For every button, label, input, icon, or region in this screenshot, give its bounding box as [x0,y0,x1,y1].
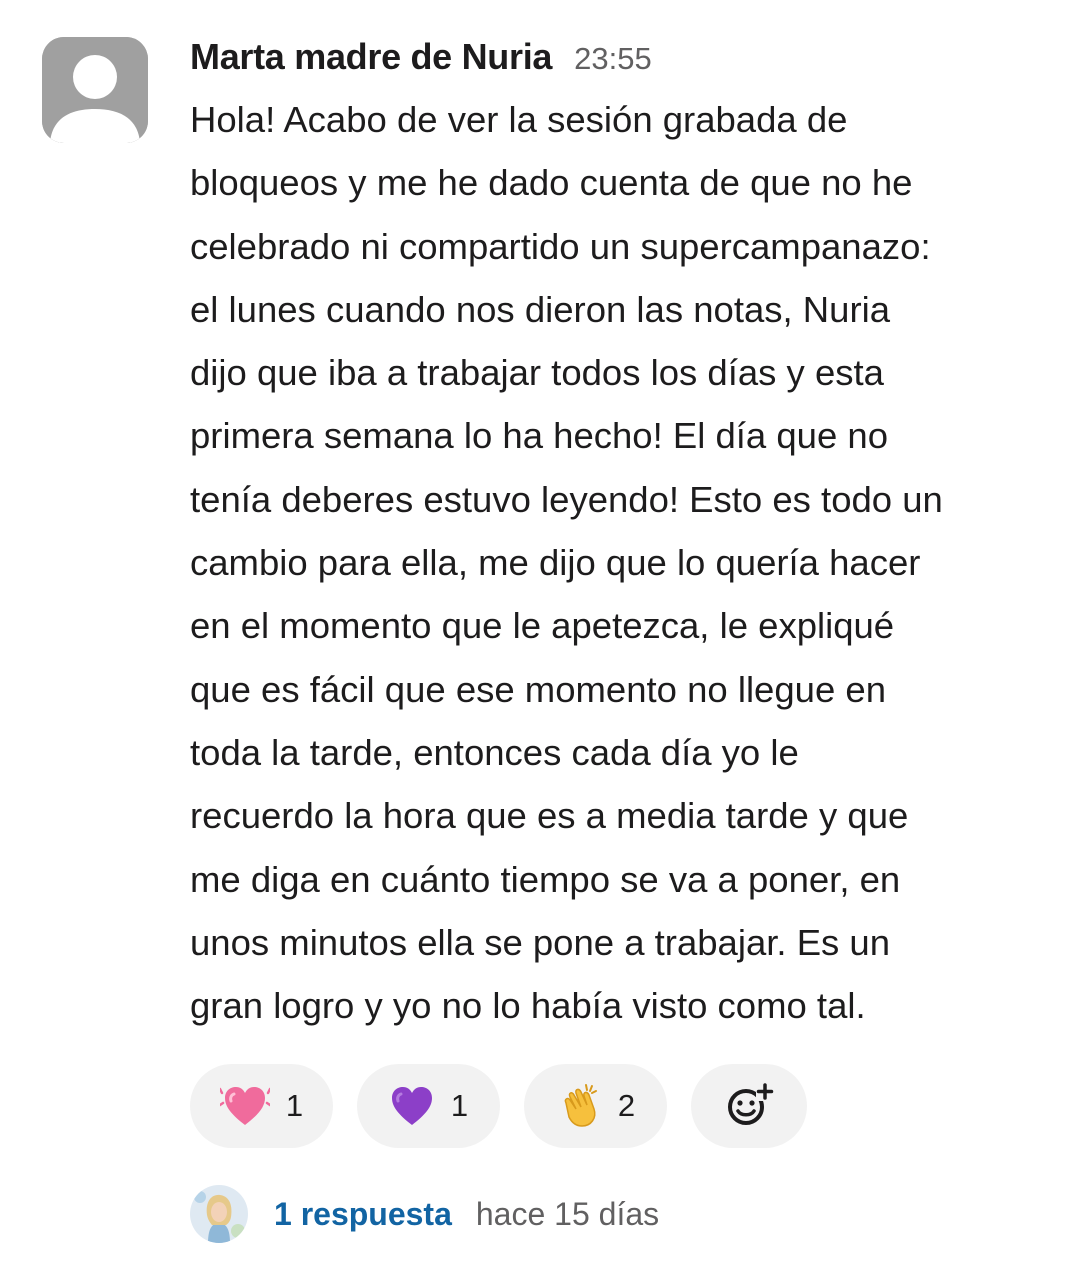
thread-replies-link[interactable]: 1 respuesta [274,1196,452,1233]
replier-avatar [190,1185,248,1243]
add-reaction-button[interactable] [691,1064,807,1148]
reactions-bar: 1 1 2 [190,1064,807,1148]
message-timestamp[interactable]: 23:55 [574,41,652,77]
message-line: dijo que iba a trabajar todos los días y… [190,352,884,394]
thread-summary[interactable]: 1 respuesta hace 15 días [190,1183,659,1245]
message-line: que es fácil que ese momento no llegue e… [190,668,886,710]
message-line: el lunes cuando nos dieron las notas, Nu… [190,288,891,330]
message-header: Marta madre de Nuria 23:55 [190,36,652,84]
default-user-silhouette-icon [42,37,148,143]
message-line: celebrado ni compartido un supercampanaz… [190,225,931,267]
message-line: unos minutos ella se pone a trabajar. Es… [190,921,891,963]
reaction-clapping-hands[interactable]: 2 [524,1064,667,1148]
message-line: bloqueos y me he dado cuenta de que no h… [190,162,913,204]
reaction-count: 1 [285,1088,304,1123]
message-line: Hola! Acabo de ver la sesión grabada de [190,99,848,140]
message-line: me diga en cuánto tiempo se va a poner, … [190,858,901,900]
message-line: cambio para ella, me dijo que lo quería … [190,542,921,584]
message-line: en el momento que le apetezca, le expliq… [190,605,895,647]
clapping-hands-icon [556,1083,602,1129]
reaction-purple-heart[interactable]: 1 [357,1064,500,1148]
thread-last-reply-time: hace 15 días [475,1195,660,1232]
add-reaction-icon [724,1081,774,1132]
purple-heart-icon [389,1085,435,1127]
message-line: recuerdo la hora que es a media tarde y … [190,795,909,837]
reaction-beating-heart[interactable]: 1 [190,1064,333,1148]
message-line: gran logro y yo no lo había visto como t… [190,985,866,1027]
beating-heart-icon [219,1083,270,1129]
message-line: tenía deberes estuvo leyendo! Esto es to… [190,478,943,520]
author-avatar[interactable] [42,37,148,143]
message-body: Hola! Acabo de ver la sesión grabada de … [190,88,1050,1037]
author-name[interactable]: Marta madre de Nuria [190,36,552,78]
message-line: toda la tarde, entonces cada día yo le [190,731,799,773]
reaction-count: 1 [450,1088,469,1123]
reaction-count: 2 [617,1088,636,1123]
message-line: primera semana lo ha hecho! El día que n… [190,415,888,457]
